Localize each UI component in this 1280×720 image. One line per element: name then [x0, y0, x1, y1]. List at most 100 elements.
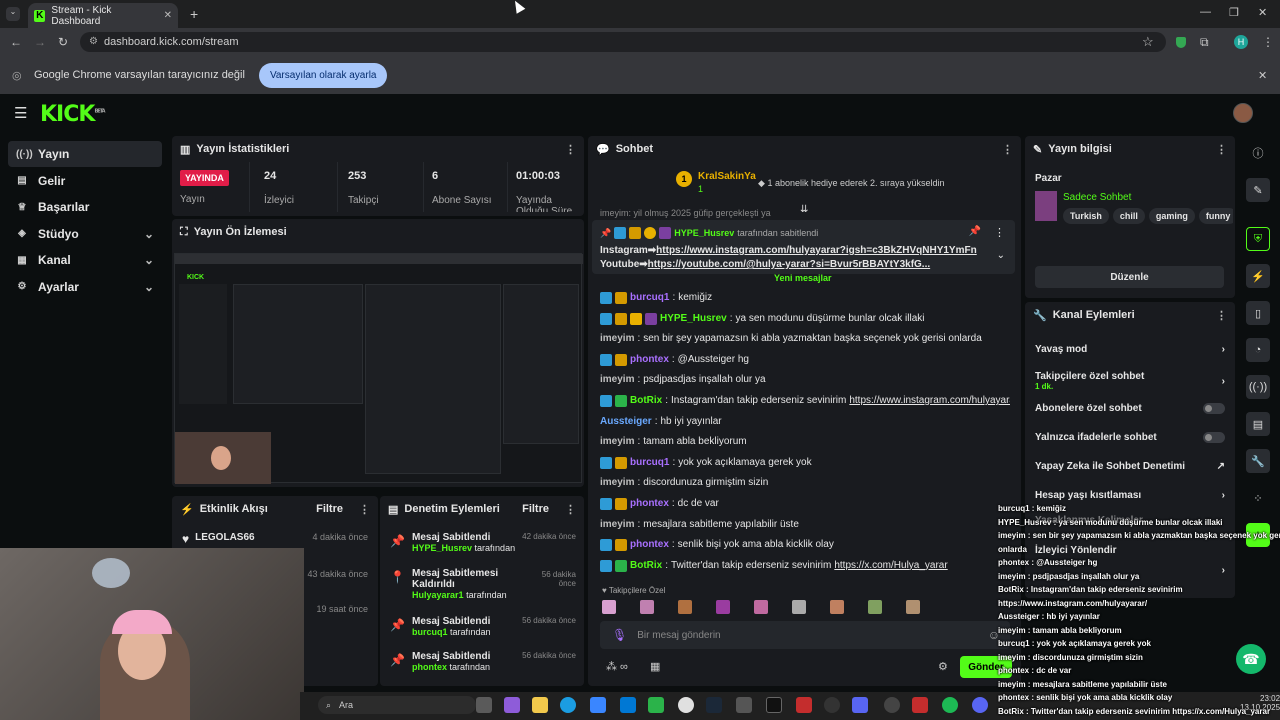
followers-only-row[interactable]: Takipçilere özel sohbet 1 dk. ›: [1025, 366, 1235, 396]
forward-icon[interactable]: →: [34, 35, 46, 49]
spotify-icon[interactable]: [942, 697, 958, 713]
chat-message[interactable]: imeyim: psdjpasdjas inşallah olur ya: [600, 370, 1010, 391]
sidebar-item-kanal[interactable]: ▦ Kanal ⌄: [8, 247, 162, 273]
back-icon[interactable]: ←: [10, 35, 22, 49]
chat-input[interactable]: 🎙 Bir mesaj gönderin ☺: [600, 621, 1010, 649]
chat-message[interactable]: burcuq1: kemiğiz: [600, 288, 1010, 309]
tag[interactable]: gaming: [1148, 208, 1195, 224]
wrench-icon[interactable]: 🔧: [1246, 449, 1270, 473]
sidebar-item-yayin[interactable]: ((·)) Yayın: [8, 141, 162, 167]
ai-moderation-row[interactable]: Yapay Zeka ile Sohbet Denetimi ↗: [1025, 454, 1235, 478]
tag[interactable]: Turkish: [1063, 208, 1109, 224]
chat-message[interactable]: HYPE_Husrev: ya sen modunu düşürme bunlar…: [600, 309, 1010, 330]
xbox-icon[interactable]: [648, 697, 664, 713]
chevron-down-icon[interactable]: ⌄: [997, 250, 1005, 261]
top-gifter-name[interactable]: KralSakinYa: [698, 171, 756, 182]
outlook-icon[interactable]: [620, 697, 636, 713]
pencil-icon[interactable]: ✎: [1246, 178, 1270, 202]
chat-username[interactable]: burcuq1: [630, 288, 669, 309]
info-icon[interactable]: ⓘ: [1246, 141, 1270, 165]
chat-message[interactable]: imeyim: tamam abla bekliyorum: [600, 432, 1010, 453]
profile-avatar[interactable]: H: [1234, 35, 1248, 49]
emote-only-row[interactable]: Yalnızca ifadelerle sohbet: [1025, 425, 1235, 449]
chrome-icon[interactable]: [678, 697, 694, 713]
task-view-icon[interactable]: [476, 697, 492, 713]
file-explorer-icon[interactable]: [532, 697, 548, 713]
tag[interactable]: funny: [1198, 208, 1233, 224]
queue-icon[interactable]: ▤: [1246, 412, 1270, 436]
bookmark-star-icon[interactable]: ☆: [1142, 34, 1154, 50]
more-icon[interactable]: ⋮: [1216, 143, 1227, 156]
chat-message[interactable]: Aussteiger: hb iyi yayınlar: [600, 412, 1010, 433]
chat-tools-icon[interactable]: ⁂ ∞: [606, 660, 628, 673]
epic-games-icon[interactable]: [766, 697, 782, 713]
chat-username[interactable]: Aussteiger: [600, 412, 652, 433]
chat-message[interactable]: BotRix: Twitter'dan takip ederseniz sevin…: [600, 556, 1010, 577]
chat-message[interactable]: imeyim: mesajlara sabitleme yapılabilir ü…: [600, 515, 1010, 536]
kick-logo[interactable]: KICKBETA: [40, 102, 106, 127]
subs-only-row[interactable]: Abonelere özel sohbet: [1025, 396, 1235, 420]
tab-list-icon[interactable]: ⌄: [6, 7, 20, 21]
chat-username[interactable]: BotRix: [630, 391, 662, 412]
site-info-icon[interactable]: ⚙: [89, 36, 98, 47]
more-icon[interactable]: ⋮: [565, 503, 576, 516]
app-gray-icon[interactable]: [884, 697, 900, 713]
close-tab-icon[interactable]: ✕: [164, 10, 172, 21]
chat-username[interactable]: BotRix: [630, 556, 662, 577]
chat-link[interactable]: https://x.com/Hulya_yarar: [834, 556, 947, 577]
store-icon[interactable]: ▦: [650, 660, 660, 673]
chat-message[interactable]: phontex: dc de var: [600, 494, 1010, 515]
more-icon[interactable]: ⋮: [1216, 309, 1227, 322]
app-purple-icon[interactable]: [852, 697, 868, 713]
chat-message[interactable]: burcuq1: yok yok açıklamaya gerek yok: [600, 453, 1010, 474]
chat-collapse-icon[interactable]: ⇊: [800, 204, 808, 215]
edge-icon[interactable]: [560, 697, 576, 713]
unpin-icon[interactable]: 📌: [969, 226, 981, 237]
chat-settings-icon[interactable]: ⚙: [938, 660, 948, 673]
broadcast-icon[interactable]: ((·)): [1246, 375, 1270, 399]
chat-username[interactable]: burcuq1: [630, 453, 669, 474]
sidebar-item-ayarlar[interactable]: ⚙ Ayarlar ⌄: [8, 274, 162, 300]
chat-username[interactable]: phontex: [630, 350, 669, 371]
chat-username[interactable]: phontex: [630, 494, 669, 515]
chat-username[interactable]: imeyim: [600, 473, 634, 494]
chat-username[interactable]: imeyim: [600, 432, 634, 453]
support-icon[interactable]: ☎: [1236, 644, 1266, 674]
extension-shield-icon[interactable]: [1176, 37, 1186, 48]
reload-icon[interactable]: ↻: [58, 35, 68, 49]
copilot-icon[interactable]: [504, 697, 520, 713]
extensions-icon[interactable]: ⧉: [1200, 35, 1209, 50]
infobar-close-icon[interactable]: ✕: [1258, 69, 1267, 82]
discord-icon[interactable]: [972, 697, 988, 713]
minimize-icon[interactable]: —: [1200, 6, 1211, 18]
maximize-icon[interactable]: ❐: [1229, 6, 1239, 19]
taskbar-search[interactable]: ⌕ Ara: [318, 696, 476, 714]
close-window-icon[interactable]: ✕: [1258, 6, 1267, 19]
chat-message[interactable]: imeyim: sen bir şey yapamazsın ki abla ya…: [600, 329, 1010, 350]
chat-bubble-icon[interactable]: ◔: [1246, 338, 1270, 362]
steam-icon[interactable]: [706, 697, 722, 713]
hamburger-icon[interactable]: ☰: [14, 104, 27, 122]
chat-message[interactable]: phontex: @Aussteiger hg: [600, 350, 1010, 371]
chat-username[interactable]: imeyim: [600, 329, 634, 350]
document-icon[interactable]: ▯: [1246, 301, 1270, 325]
new-tab-icon[interactable]: +: [190, 6, 198, 22]
obs-icon[interactable]: [824, 697, 840, 713]
emote-only-toggle[interactable]: [1203, 431, 1225, 443]
menu-icon[interactable]: ⋮: [1262, 35, 1274, 49]
chat-username[interactable]: imeyim: [600, 515, 634, 536]
app-icon[interactable]: [736, 697, 752, 713]
sidebar-item-studyo[interactable]: ◈ Stüdyo ⌄: [8, 221, 162, 247]
pinned-link[interactable]: https://youtube.com/@hulya-yarar?si=Bvur…: [648, 259, 931, 270]
subs-only-toggle[interactable]: [1203, 402, 1225, 414]
tag[interactable]: chill: [1112, 208, 1145, 224]
more-icon[interactable]: ⋮: [1002, 143, 1013, 156]
browser-tab[interactable]: K Stream - Kick Dashboard ✕: [28, 3, 178, 28]
shield-icon[interactable]: ⛨: [1246, 227, 1270, 251]
chat-message[interactable]: BotRix: Instagram'dan takip ederseniz sev…: [600, 391, 1010, 412]
sidebar-item-basarilar[interactable]: ♕ Başarılar: [8, 194, 162, 220]
pinned-message[interactable]: 📌 HYPE_Husrev tarafından sabitlendi Instag…: [592, 220, 1015, 274]
lightning-icon[interactable]: ⚡: [1246, 264, 1270, 288]
dots-icon[interactable]: ⁘: [1246, 486, 1270, 510]
edit-button[interactable]: Düzenle: [1035, 266, 1224, 288]
